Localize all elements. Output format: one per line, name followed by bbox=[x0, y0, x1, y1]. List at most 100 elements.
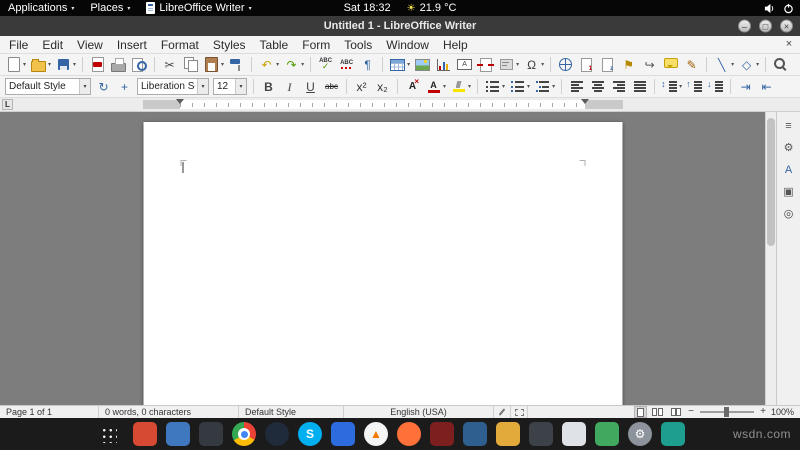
dock-app-2[interactable] bbox=[166, 422, 190, 446]
book-view-button[interactable] bbox=[668, 406, 684, 418]
maximize-button[interactable]: □ bbox=[759, 20, 772, 33]
dock-app-4[interactable] bbox=[331, 422, 355, 446]
auto-spellcheck-button[interactable] bbox=[337, 55, 356, 75]
strikethrough-button[interactable] bbox=[322, 77, 341, 97]
menu-form[interactable]: Form bbox=[295, 36, 337, 53]
dropdown-caret-icon[interactable]: ▾ bbox=[197, 79, 208, 94]
highlight-color-button[interactable]: ▾ bbox=[449, 77, 472, 97]
menu-help[interactable]: Help bbox=[436, 36, 475, 53]
insert-field-button[interactable]: ▾ bbox=[497, 55, 520, 75]
insert-special-character-button[interactable]: Ω▾ bbox=[522, 55, 545, 75]
find-and-replace-button[interactable] bbox=[771, 55, 790, 75]
redo-button[interactable]: ↷▾ bbox=[282, 55, 305, 75]
new-document-button[interactable]: ▾ bbox=[4, 55, 27, 75]
align-left-button[interactable] bbox=[567, 77, 586, 97]
insert-footnote-button[interactable] bbox=[577, 55, 596, 75]
menu-window[interactable]: Window bbox=[379, 36, 436, 53]
clone-formatting-button[interactable] bbox=[227, 55, 246, 75]
dropdown-caret-icon[interactable]: ▾ bbox=[235, 79, 246, 94]
dock-app-1[interactable] bbox=[133, 422, 157, 446]
zoom-slider-thumb[interactable] bbox=[724, 407, 729, 417]
save-button[interactable]: ▾ bbox=[54, 55, 77, 75]
paragraph-style-combo[interactable]: Default Style▾ bbox=[5, 78, 91, 95]
dock-steam[interactable] bbox=[265, 422, 289, 446]
decrease-paragraph-spacing-button[interactable] bbox=[706, 77, 725, 97]
dock-app-10[interactable] bbox=[661, 422, 685, 446]
font-color-button[interactable]: ▾ bbox=[424, 77, 447, 97]
justify-button[interactable] bbox=[630, 77, 649, 97]
insert-bookmark-button[interactable]: ⚑ bbox=[619, 55, 638, 75]
align-center-button[interactable] bbox=[588, 77, 607, 97]
tab-stop-selector[interactable]: L bbox=[2, 99, 13, 110]
insert-comment-button[interactable] bbox=[661, 55, 680, 75]
italic-button[interactable]: I bbox=[280, 77, 299, 97]
increase-indent-button[interactable]: ⇥ bbox=[736, 77, 755, 97]
dropdown-caret-icon[interactable]: ▾ bbox=[79, 79, 90, 94]
power-icon[interactable] bbox=[783, 3, 794, 14]
panel-menu-places[interactable]: Places▾ bbox=[82, 0, 138, 16]
dock-chrome[interactable] bbox=[232, 422, 256, 446]
dock-vlc[interactable]: ▲ bbox=[364, 422, 388, 446]
insert-endnote-button[interactable] bbox=[598, 55, 617, 75]
dock-skype[interactable]: S bbox=[298, 422, 322, 446]
clear-formatting-button[interactable] bbox=[403, 77, 422, 97]
window-titlebar[interactable]: Untitled 1 - LibreOffice Writer –□× bbox=[0, 16, 800, 36]
close-document-button[interactable]: × bbox=[782, 38, 796, 52]
insert-mode-indicator[interactable] bbox=[494, 406, 511, 418]
track-changes-button[interactable]: ✎ bbox=[682, 55, 701, 75]
document-page[interactable] bbox=[143, 122, 622, 405]
insert-chart-button[interactable] bbox=[434, 55, 453, 75]
volume-icon[interactable] bbox=[764, 3, 775, 14]
line-spacing-button[interactable]: ▾ bbox=[660, 77, 683, 97]
print-button[interactable] bbox=[109, 55, 128, 75]
superscript-button[interactable]: x² bbox=[352, 77, 371, 97]
dock-show-applications[interactable] bbox=[96, 422, 120, 446]
dock-app-3[interactable] bbox=[199, 422, 223, 446]
single-page-view-button[interactable] bbox=[634, 406, 647, 418]
insert-page-break-button[interactable] bbox=[476, 55, 495, 75]
selection-mode-indicator[interactable] bbox=[511, 406, 528, 418]
insert-line-button[interactable]: ╲▾ bbox=[712, 55, 735, 75]
paste-button[interactable]: ▾ bbox=[202, 55, 225, 75]
menu-view[interactable]: View bbox=[70, 36, 110, 53]
sidebar-tab-gallery[interactable]: ▣ bbox=[779, 182, 799, 201]
sidebar-tab-navigator[interactable]: ◎ bbox=[779, 204, 799, 223]
word-count-status[interactable]: 0 words, 0 characters bbox=[99, 406, 239, 418]
dock-app-8[interactable] bbox=[529, 422, 553, 446]
open-button[interactable]: ▾ bbox=[29, 55, 52, 75]
subscript-button[interactable]: x₂ bbox=[373, 77, 392, 97]
zoom-level[interactable]: 100% bbox=[768, 407, 800, 417]
page-style-status[interactable]: Default Style bbox=[239, 406, 344, 418]
indent-marker-left[interactable] bbox=[176, 99, 184, 108]
dock-settings[interactable]: ⚙ bbox=[628, 422, 652, 446]
dock-app-5[interactable] bbox=[430, 422, 454, 446]
sidebar-tab-sidebar-settings[interactable]: ≡ bbox=[779, 116, 799, 135]
indent-marker-right[interactable] bbox=[581, 99, 589, 108]
menu-table[interactable]: Table bbox=[253, 36, 296, 53]
unordered-list-button[interactable]: ▾ bbox=[483, 77, 506, 97]
spelling-button[interactable] bbox=[316, 55, 335, 75]
copy-button[interactable] bbox=[181, 55, 200, 75]
bold-button[interactable]: B bbox=[259, 77, 278, 97]
menu-file[interactable]: File bbox=[2, 36, 35, 53]
decrease-indent-button[interactable]: ⇤ bbox=[757, 77, 776, 97]
menu-tools[interactable]: Tools bbox=[337, 36, 379, 53]
export-pdf-button[interactable] bbox=[88, 55, 107, 75]
menu-styles[interactable]: Styles bbox=[206, 36, 253, 53]
menu-format[interactable]: Format bbox=[154, 36, 206, 53]
panel-menu-libreoffice-writer[interactable]: LibreOffice Writer▾ bbox=[138, 0, 259, 16]
vertical-scrollbar[interactable] bbox=[765, 112, 776, 405]
font-size-combo[interactable]: 12▾ bbox=[213, 78, 247, 95]
new-style-button[interactable]: + bbox=[115, 77, 134, 97]
insert-cross-reference-button[interactable]: ↪ bbox=[640, 55, 659, 75]
align-right-button[interactable] bbox=[609, 77, 628, 97]
clock[interactable]: Sat 18:32 bbox=[344, 2, 391, 14]
update-style-button[interactable]: ↻ bbox=[94, 77, 113, 97]
outline-list-button[interactable]: ▾ bbox=[533, 77, 556, 97]
print-preview-button[interactable] bbox=[130, 55, 149, 75]
formatting-marks-button[interactable]: ¶ bbox=[358, 55, 377, 75]
weather-indicator[interactable]: ☀ 21.9 °C bbox=[407, 2, 457, 14]
dock-app-7[interactable] bbox=[496, 422, 520, 446]
zoom-slider[interactable] bbox=[700, 411, 754, 413]
multi-page-view-button[interactable] bbox=[649, 406, 666, 418]
